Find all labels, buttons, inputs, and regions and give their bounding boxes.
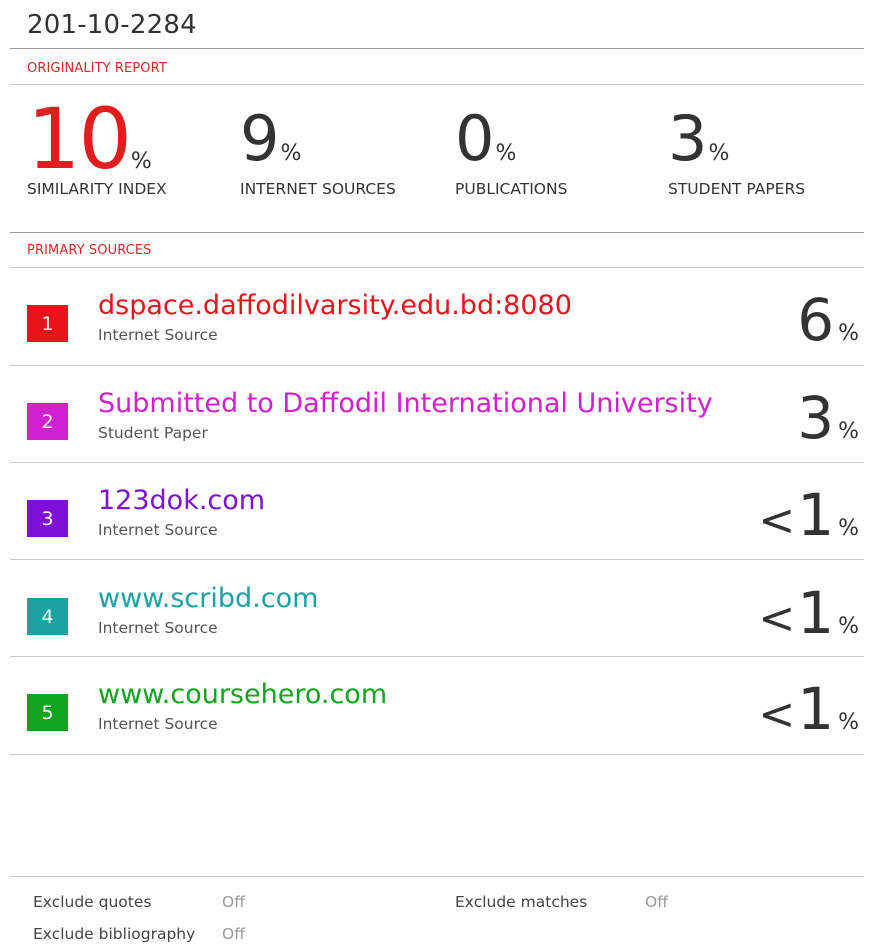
originality-report-label: ORIGINALITY REPORT <box>27 61 167 76</box>
document-title: 201-10-2284 <box>27 10 197 40</box>
source-type: Internet Source <box>98 521 218 539</box>
source-percentage-unit: % <box>838 321 859 346</box>
similarity-index-stat: 10 % SIMILARITY INDEX <box>27 90 167 198</box>
exclude-matches-label: Exclude matches <box>455 893 588 911</box>
student-papers-caption: STUDENT PAPERS <box>668 180 806 198</box>
primary-sources-label: PRIMARY SOURCES <box>27 243 152 258</box>
source-title[interactable]: 123dok.com <box>98 485 265 516</box>
less-than-sign: < <box>758 495 796 546</box>
source-percentage-value: 3 <box>797 384 835 452</box>
source-type: Internet Source <box>98 326 218 344</box>
divider <box>10 48 864 49</box>
source-title[interactable]: www.scribd.com <box>98 583 318 614</box>
internet-sources-caption: INTERNET SOURCES <box>240 180 396 198</box>
source-percentage: 3 % <box>795 388 859 448</box>
student-papers-stat: 3 % STUDENT PAPERS <box>668 100 805 198</box>
source-percentage-value: 1 <box>797 675 835 743</box>
exclude-bibliography-label: Exclude bibliography <box>33 925 196 943</box>
publications-value: 0 <box>455 102 495 175</box>
source-percentage-value: 1 <box>797 481 835 549</box>
internet-sources-unit: % <box>280 141 302 166</box>
source-percentage-unit: % <box>838 419 859 444</box>
divider <box>10 84 864 85</box>
source-row-1[interactable]: 1 dspace.daffodilvarsity.edu.bd:8080 Int… <box>0 268 869 364</box>
source-percentage: < 1 % <box>758 583 859 649</box>
publications-stat: 0 % PUBLICATIONS <box>455 100 567 198</box>
similarity-index-value: 10 <box>27 90 132 188</box>
source-percentage-value: 1 <box>797 579 835 647</box>
footer-divider <box>10 876 864 877</box>
divider <box>10 232 864 233</box>
exclude-quotes-label: Exclude quotes <box>33 893 152 911</box>
source-row-4[interactable]: 4 www.scribd.com Internet Source < 1 % <box>0 561 869 657</box>
source-type: Internet Source <box>98 715 218 733</box>
source-percentage-unit: % <box>838 710 859 735</box>
source-percentage: < 1 % <box>758 679 859 745</box>
source-index-badge: 4 <box>27 598 68 635</box>
divider <box>10 754 864 755</box>
source-percentage-unit: % <box>838 614 859 639</box>
source-percentage: 6 % <box>795 290 859 350</box>
source-title[interactable]: www.coursehero.com <box>98 679 387 710</box>
similarity-index-unit: % <box>130 149 152 174</box>
publications-caption: PUBLICATIONS <box>455 180 568 198</box>
exclude-quotes-value: Off <box>222 893 245 911</box>
internet-sources-stat: 9 % INTERNET SOURCES <box>240 100 396 198</box>
divider <box>10 559 864 560</box>
source-row-2[interactable]: 2 Submitted to Daffodil International Un… <box>0 366 869 462</box>
source-percentage: < 1 % <box>758 485 859 551</box>
source-type: Student Paper <box>98 424 208 442</box>
source-row-3[interactable]: 3 123dok.com Internet Source < 1 % <box>0 463 869 559</box>
similarity-index-caption: SIMILARITY INDEX <box>27 180 167 198</box>
exclude-bibliography-value: Off <box>222 925 245 943</box>
source-title[interactable]: dspace.daffodilvarsity.edu.bd:8080 <box>98 290 572 321</box>
source-index-badge: 3 <box>27 500 68 537</box>
internet-sources-value: 9 <box>240 102 280 175</box>
source-percentage-value: 6 <box>797 286 835 354</box>
publications-unit: % <box>495 141 517 166</box>
student-papers-value: 3 <box>668 102 708 175</box>
source-index-badge: 2 <box>27 403 68 440</box>
source-type: Internet Source <box>98 619 218 637</box>
source-index-badge: 1 <box>27 305 68 342</box>
source-row-5[interactable]: 5 www.coursehero.com Internet Source < 1… <box>0 657 869 753</box>
less-than-sign: < <box>758 593 796 644</box>
less-than-sign: < <box>758 689 796 740</box>
student-papers-unit: % <box>708 141 730 166</box>
exclude-matches-value: Off <box>645 893 668 911</box>
source-title[interactable]: Submitted to Daffodil International Univ… <box>98 388 713 419</box>
source-index-badge: 5 <box>27 694 68 731</box>
source-percentage-unit: % <box>838 516 859 541</box>
